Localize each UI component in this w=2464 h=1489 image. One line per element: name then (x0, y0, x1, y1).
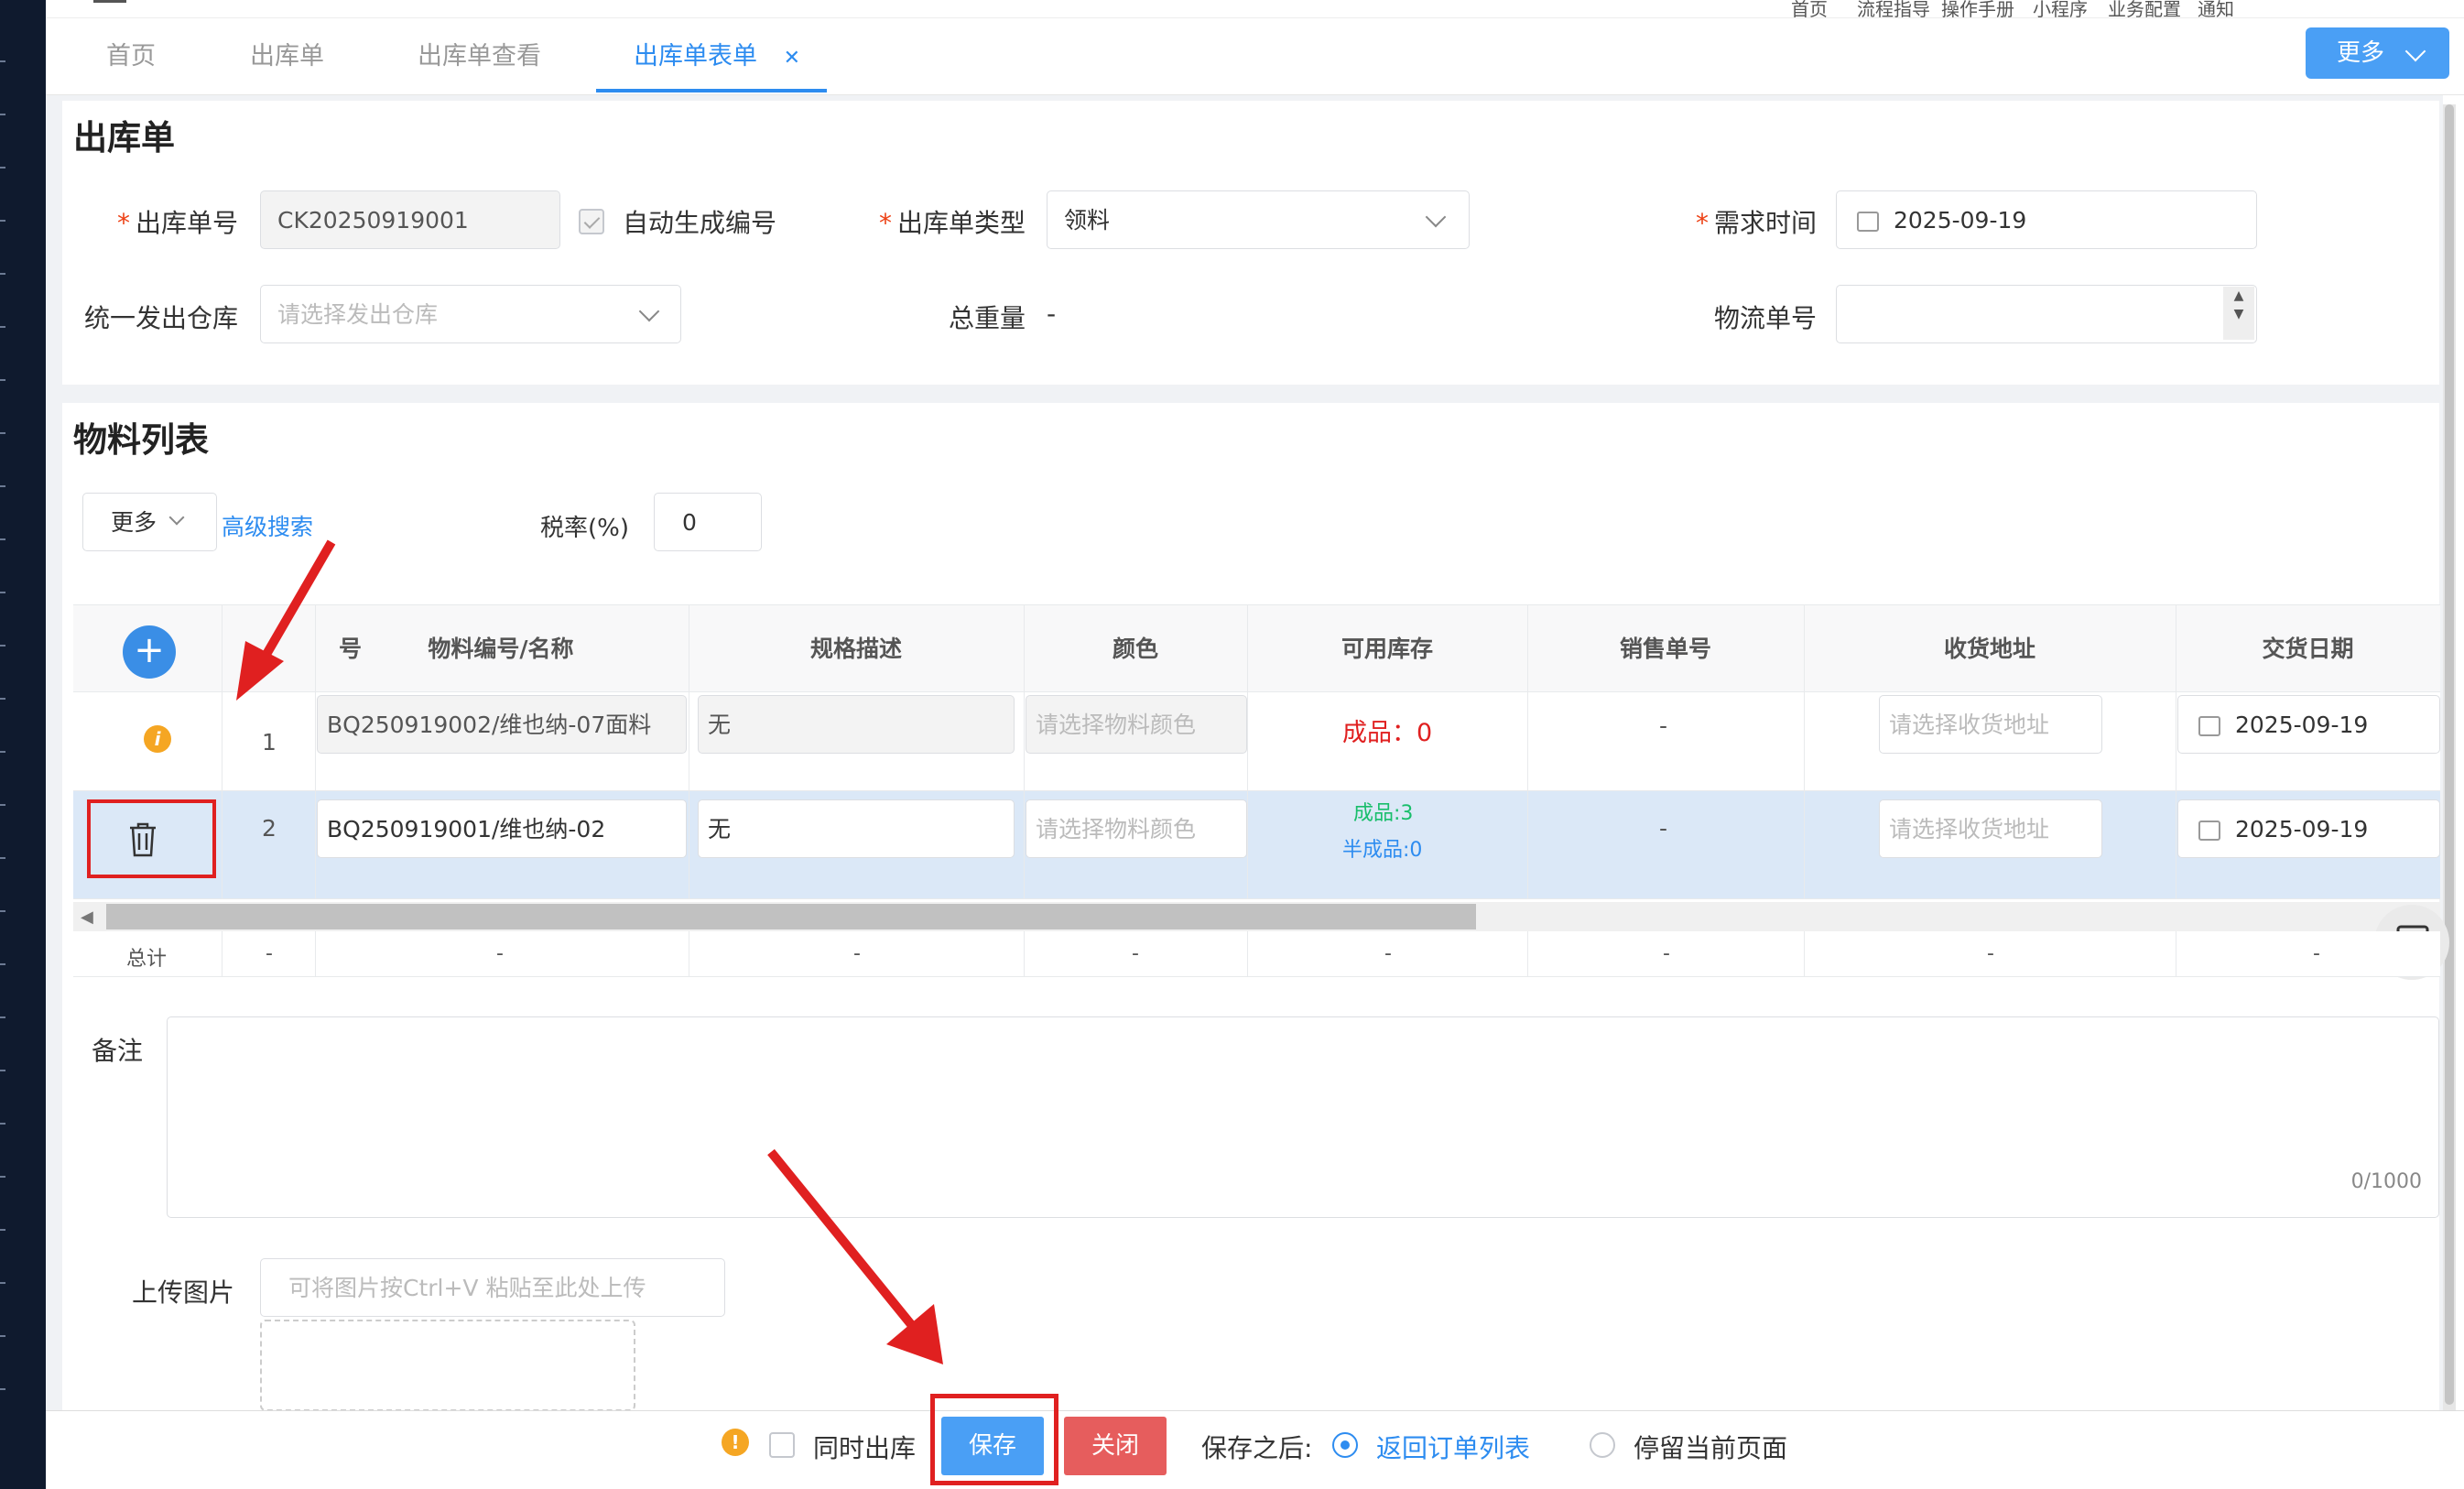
arrow-to-delete (236, 539, 336, 701)
annotation-arrows (236, 539, 943, 1364)
arrow-to-save (767, 1148, 943, 1364)
